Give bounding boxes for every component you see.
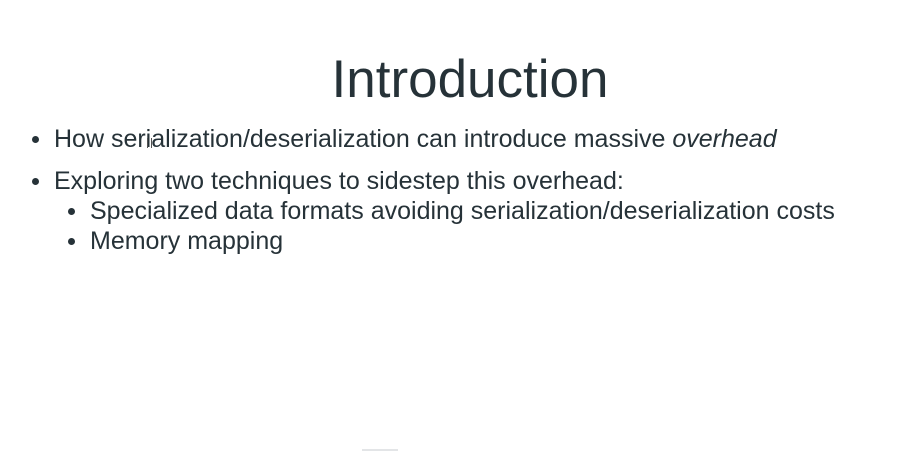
- sub-bullet-item-data-formats: Specialized data formats avoiding serial…: [66, 196, 870, 226]
- bullet-emphasis: overhead: [672, 125, 777, 153]
- bullet-list: How serialization/deserialization can in…: [30, 124, 910, 268]
- text-cursor-icon: [147, 138, 152, 148]
- bullet-item-overhead: How serialization/deserialization can in…: [30, 124, 910, 154]
- slide-title: Introduction: [331, 50, 609, 109]
- slide-bottom-divider: [362, 449, 398, 451]
- presentation-slide: Introduction How serialization/deseriali…: [0, 0, 920, 453]
- sub-bullet-list: Specialized data formats avoiding serial…: [54, 196, 910, 256]
- bullet-text: Exploring two techniques to sidestep thi…: [54, 167, 624, 195]
- sub-bullet-item-memory-mapping: Memory mapping: [66, 226, 870, 256]
- bullet-item-techniques: Exploring two techniques to sidestep thi…: [30, 166, 910, 256]
